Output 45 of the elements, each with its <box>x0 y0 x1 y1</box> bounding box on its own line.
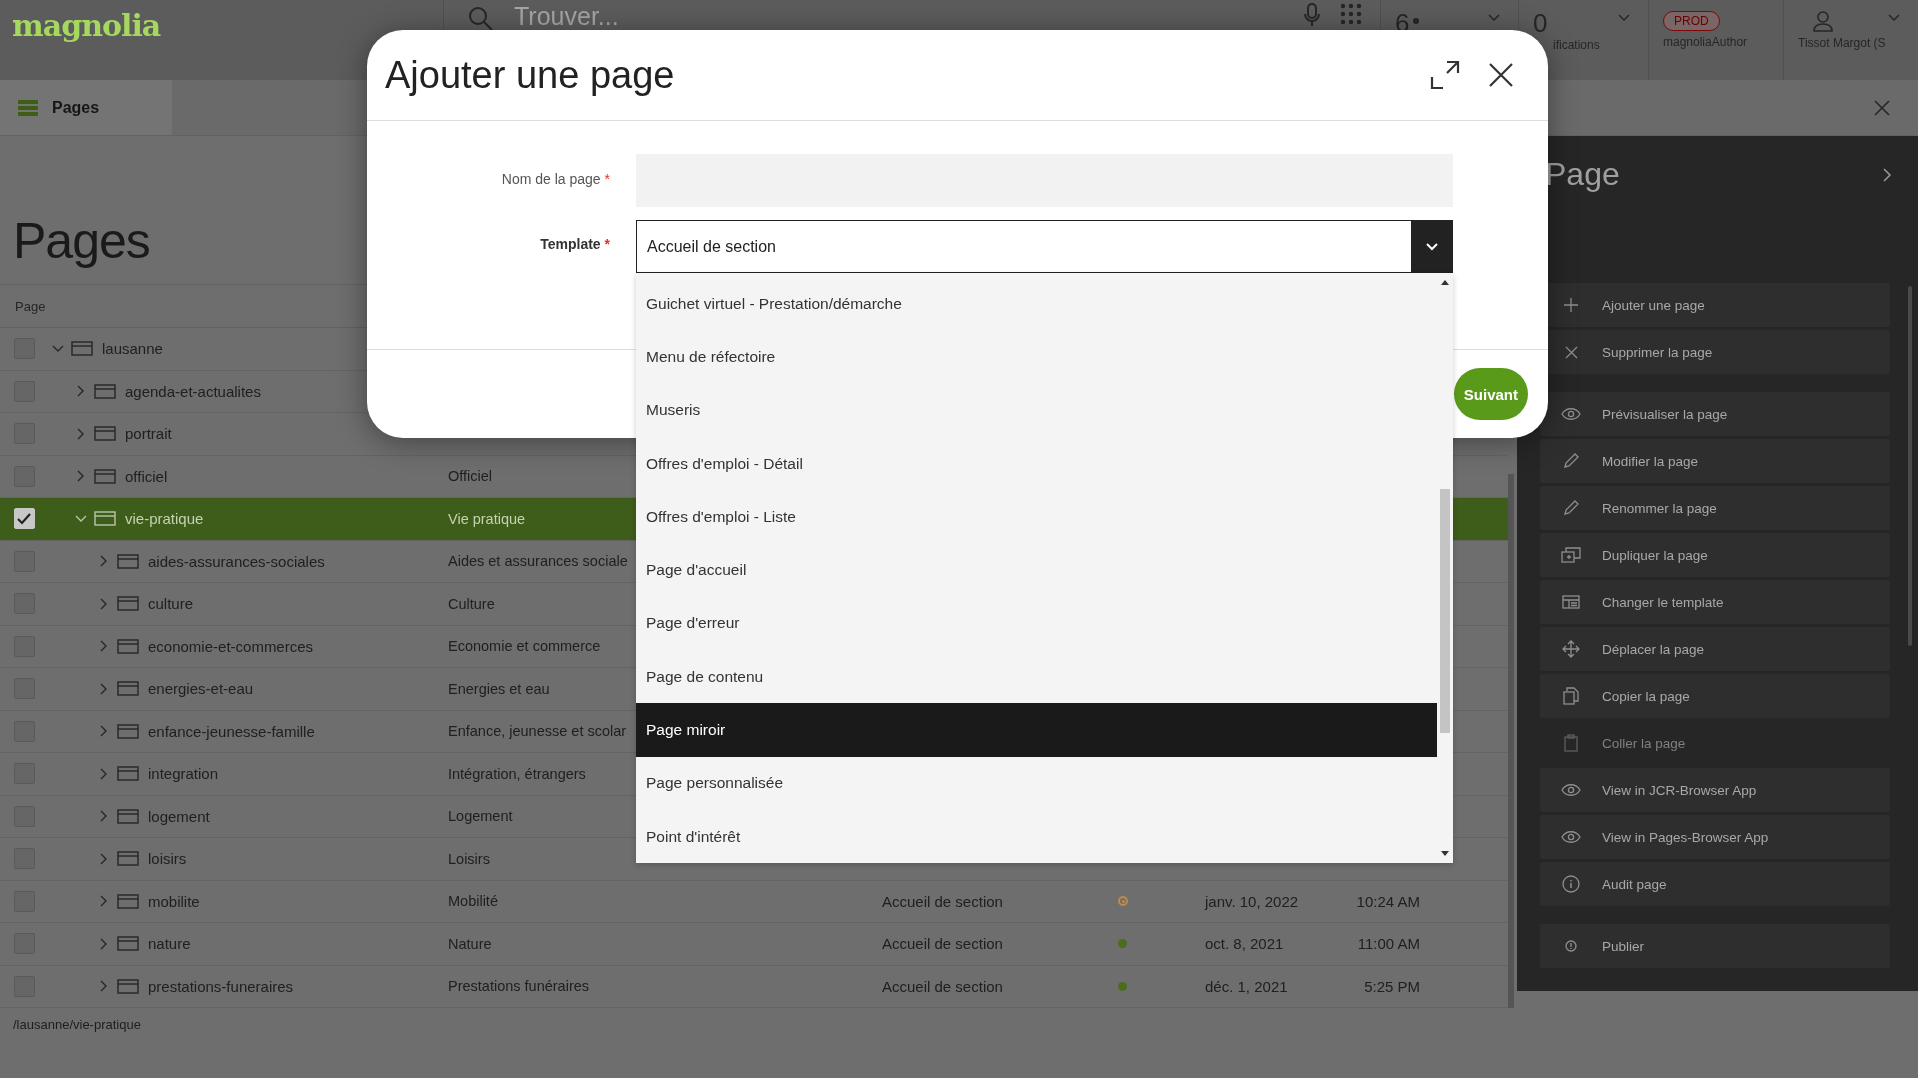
page-title: Economie et commerce <box>448 638 601 655</box>
modified-time: 10:24 AM <box>1356 892 1420 910</box>
page-template: Accueil de section <box>882 935 1003 953</box>
dialog-title: Ajouter une page <box>385 53 676 97</box>
modified-date: oct. 8, 2021 <box>1205 935 1284 953</box>
page-name: vie-pratique <box>125 510 204 528</box>
modified-date: janv. 10, 2022 <box>1205 892 1299 910</box>
field-label: Nom de la page * <box>500 170 610 187</box>
page-title: Logement <box>448 808 513 825</box>
page-title: Enfance, jeunesse et scolar <box>448 723 627 740</box>
page-title: Officiel <box>448 468 493 485</box>
page-name: agenda-et-actualites <box>125 382 261 400</box>
field-label: Template * <box>539 235 610 252</box>
page-name: aides-assurances-sociales <box>148 552 325 570</box>
page-title: Culture <box>448 595 495 612</box>
page-title: Energies et eau <box>448 680 550 697</box>
page-name: loisirs <box>148 850 187 868</box>
page-name: lausanne <box>102 340 163 358</box>
page-title: Prestations funéraires <box>448 978 590 995</box>
page-name: mobilite <box>148 892 200 910</box>
page-name: economie-et-commerces <box>148 637 314 655</box>
page-title: Intégration, étrangers <box>448 765 586 782</box>
page-template: Accueil de section <box>882 977 1003 995</box>
modified-date: déc. 1, 2021 <box>1205 977 1288 995</box>
page-title: Mobilité <box>448 893 498 910</box>
page-name: nature <box>148 935 191 953</box>
modified-time: 11:00 AM <box>1357 935 1420 953</box>
page-name: officiel <box>125 467 168 485</box>
page-name: energies-et-eau <box>148 680 254 698</box>
workspace-title: Pages <box>13 212 150 270</box>
page-title: Vie pratique <box>448 510 526 527</box>
current-path: /lausanne/vie-pratique <box>13 1017 141 1032</box>
page-title: Nature <box>448 935 492 952</box>
page-name: logement <box>148 807 210 825</box>
panel-title: Page <box>1545 156 1620 193</box>
environment-badge: PROD <box>1663 11 1720 31</box>
page-name: integration <box>148 765 219 783</box>
page-title: Aides et assurances sociale <box>448 553 628 570</box>
page-name: portrait <box>125 425 172 443</box>
page-name: prestations-funeraires <box>148 977 294 995</box>
page-name: culture <box>148 595 194 613</box>
page-title: Loisirs <box>448 850 490 867</box>
page-template: Accueil de section <box>882 892 1003 910</box>
modified-time: 5:25 PM <box>1364 977 1420 995</box>
page-name: enfance-jeunesse-famille <box>148 722 315 740</box>
